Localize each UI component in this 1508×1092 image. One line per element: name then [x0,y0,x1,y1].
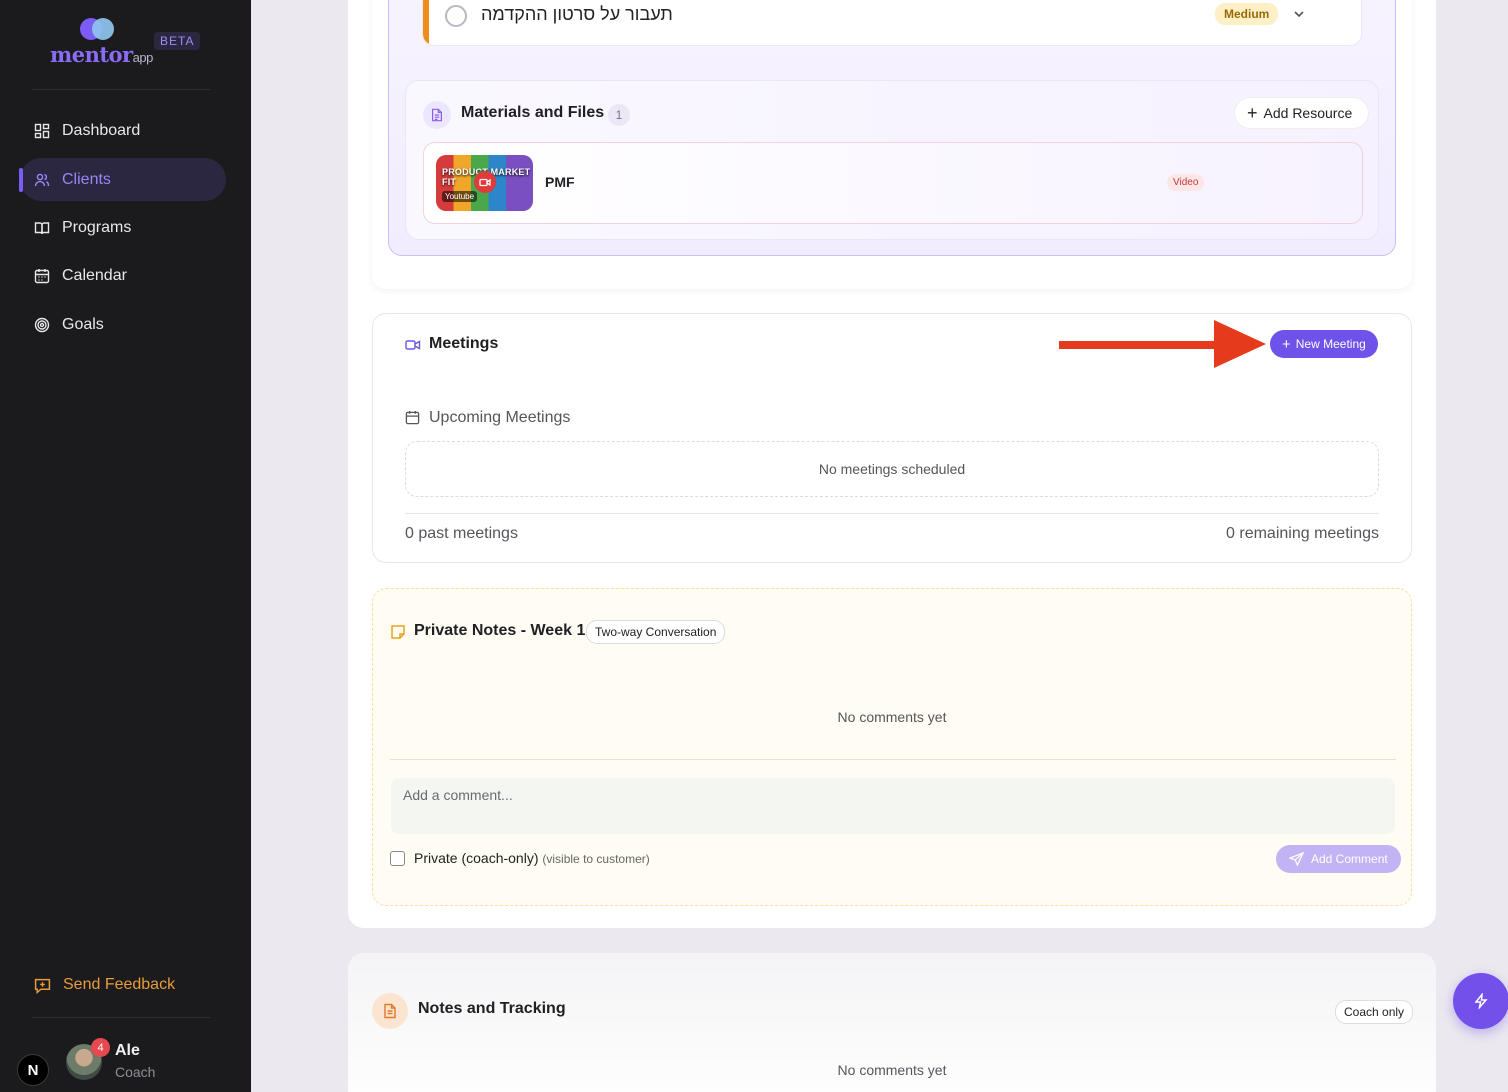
new-meeting-label: New Meeting [1295,337,1366,351]
calendar-icon [34,268,50,283]
new-meeting-button[interactable]: + New Meeting [1270,330,1378,358]
resource-type-badge: Video [1167,174,1205,191]
user-role: Coach [115,1064,156,1080]
private-label-text: Private (coach-only) [414,850,539,866]
beta-badge: BETA [154,32,201,50]
coach-only-badge: Coach only [1335,1000,1414,1024]
users-icon [34,173,50,186]
empty-meetings-placeholder: No meetings scheduled [405,441,1379,497]
video-camera-icon [474,171,496,193]
feedback-icon [34,978,51,994]
comment-input[interactable] [391,778,1395,834]
task-row[interactable]: תעבור על סרטון ההקדמה Medium [422,0,1362,46]
sidebar-item-label: Programs [62,218,132,236]
annotation-arrow-icon [1059,320,1266,368]
notification-count-badge: 4 [91,1038,110,1057]
target-icon [34,317,50,332]
sidebar-item-label: Calendar [62,266,127,284]
add-resource-button[interactable]: + Add Resource [1234,97,1370,129]
user-name: Ale [115,1042,140,1059]
comments-divider [390,759,1396,760]
sidebar-item-calendar[interactable]: Calendar [20,254,226,297]
materials-section: Materials and Files 1 + Add Resource PROD… [405,80,1379,240]
file-icon [423,101,451,129]
chevron-down-icon[interactable] [1293,7,1305,21]
sidebar-item-goals[interactable]: Goals [20,303,226,346]
sidebar-item-programs[interactable]: Programs [20,206,226,249]
send-icon [1289,852,1304,866]
task-complete-checkbox[interactable] [445,5,467,27]
private-checkbox-label[interactable]: Private (coach-only) (visible to custome… [414,850,650,866]
add-comment-button[interactable]: Add Comment [1276,845,1401,873]
dashboard-icon [34,123,50,138]
note-icon [390,624,406,645]
sidebar-item-label: Clients [62,170,111,188]
sidebar-item-dashboard[interactable]: Dashboard [20,109,226,152]
video-icon [405,338,421,356]
sidebar-item-label: Dashboard [62,121,141,139]
calendar-icon [405,410,420,430]
sidebar: mentorapp BETA Dashboard Clients Program… [0,0,251,1092]
logo-mark-icon [80,18,116,42]
video-thumbnail[interactable]: PRODUCT MARKET FIT Youtube [436,155,533,211]
app-logo[interactable]: mentorapp [50,16,160,72]
resource-name: PMF [545,174,575,190]
empty-comments-text: No comments yet [837,709,947,725]
upcoming-meetings-title: Upcoming Meetings [429,409,571,426]
quick-action-button[interactable] [1453,973,1508,1029]
past-meetings-count: 0 past meetings [405,525,518,542]
notes-tracking-title: Notes and Tracking [418,1000,566,1017]
private-checkbox[interactable] [390,851,405,866]
lightning-icon [1474,993,1488,1009]
send-feedback-button[interactable]: Send Feedback [34,976,175,994]
sidebar-item-label: Goals [62,315,104,333]
private-notes-title: Private Notes - Week 1 [414,622,586,639]
thumbnail-source: Youtube [442,191,478,202]
notes-tracking-section: Notes and Tracking Coach only No comment… [348,953,1436,1092]
priority-accent-bar [423,0,429,45]
task-title: תעבור על סרטון ההקדמה [481,4,673,24]
book-icon [34,221,50,234]
empty-comments-text: No comments yet [837,1062,947,1078]
send-feedback-label: Send Feedback [63,976,176,993]
plus-icon: + [1282,335,1291,353]
sidebar-item-clients[interactable]: Clients [19,158,226,201]
private-label-subtext: (visible to customer) [542,852,650,866]
meetings-divider [405,513,1379,514]
sidebar-divider [32,89,210,90]
document-icon [372,993,408,1029]
remaining-meetings-count: 0 remaining meetings [1226,525,1379,542]
plus-icon: + [1247,103,1258,123]
materials-count-badge: 1 [608,104,630,126]
materials-title: Materials and Files [461,104,605,121]
sidebar-divider [32,1017,210,1018]
conversation-type-badge: Two-way Conversation [586,620,726,644]
priority-badge: Medium [1215,3,1279,25]
framework-badge[interactable]: N [17,1054,49,1086]
resource-item[interactable]: PRODUCT MARKET FIT Youtube PMF Video [423,142,1363,224]
logo-wordmark: mentorapp [50,42,153,67]
add-comment-label: Add Comment [1311,852,1388,866]
private-notes-section: Private Notes - Week 1 Two-way Conversat… [372,588,1412,906]
meetings-title: Meetings [429,335,499,352]
meetings-section: Meetings + New Meeting Upcoming Meetings … [372,313,1412,563]
add-resource-label: Add Resource [1263,105,1353,121]
